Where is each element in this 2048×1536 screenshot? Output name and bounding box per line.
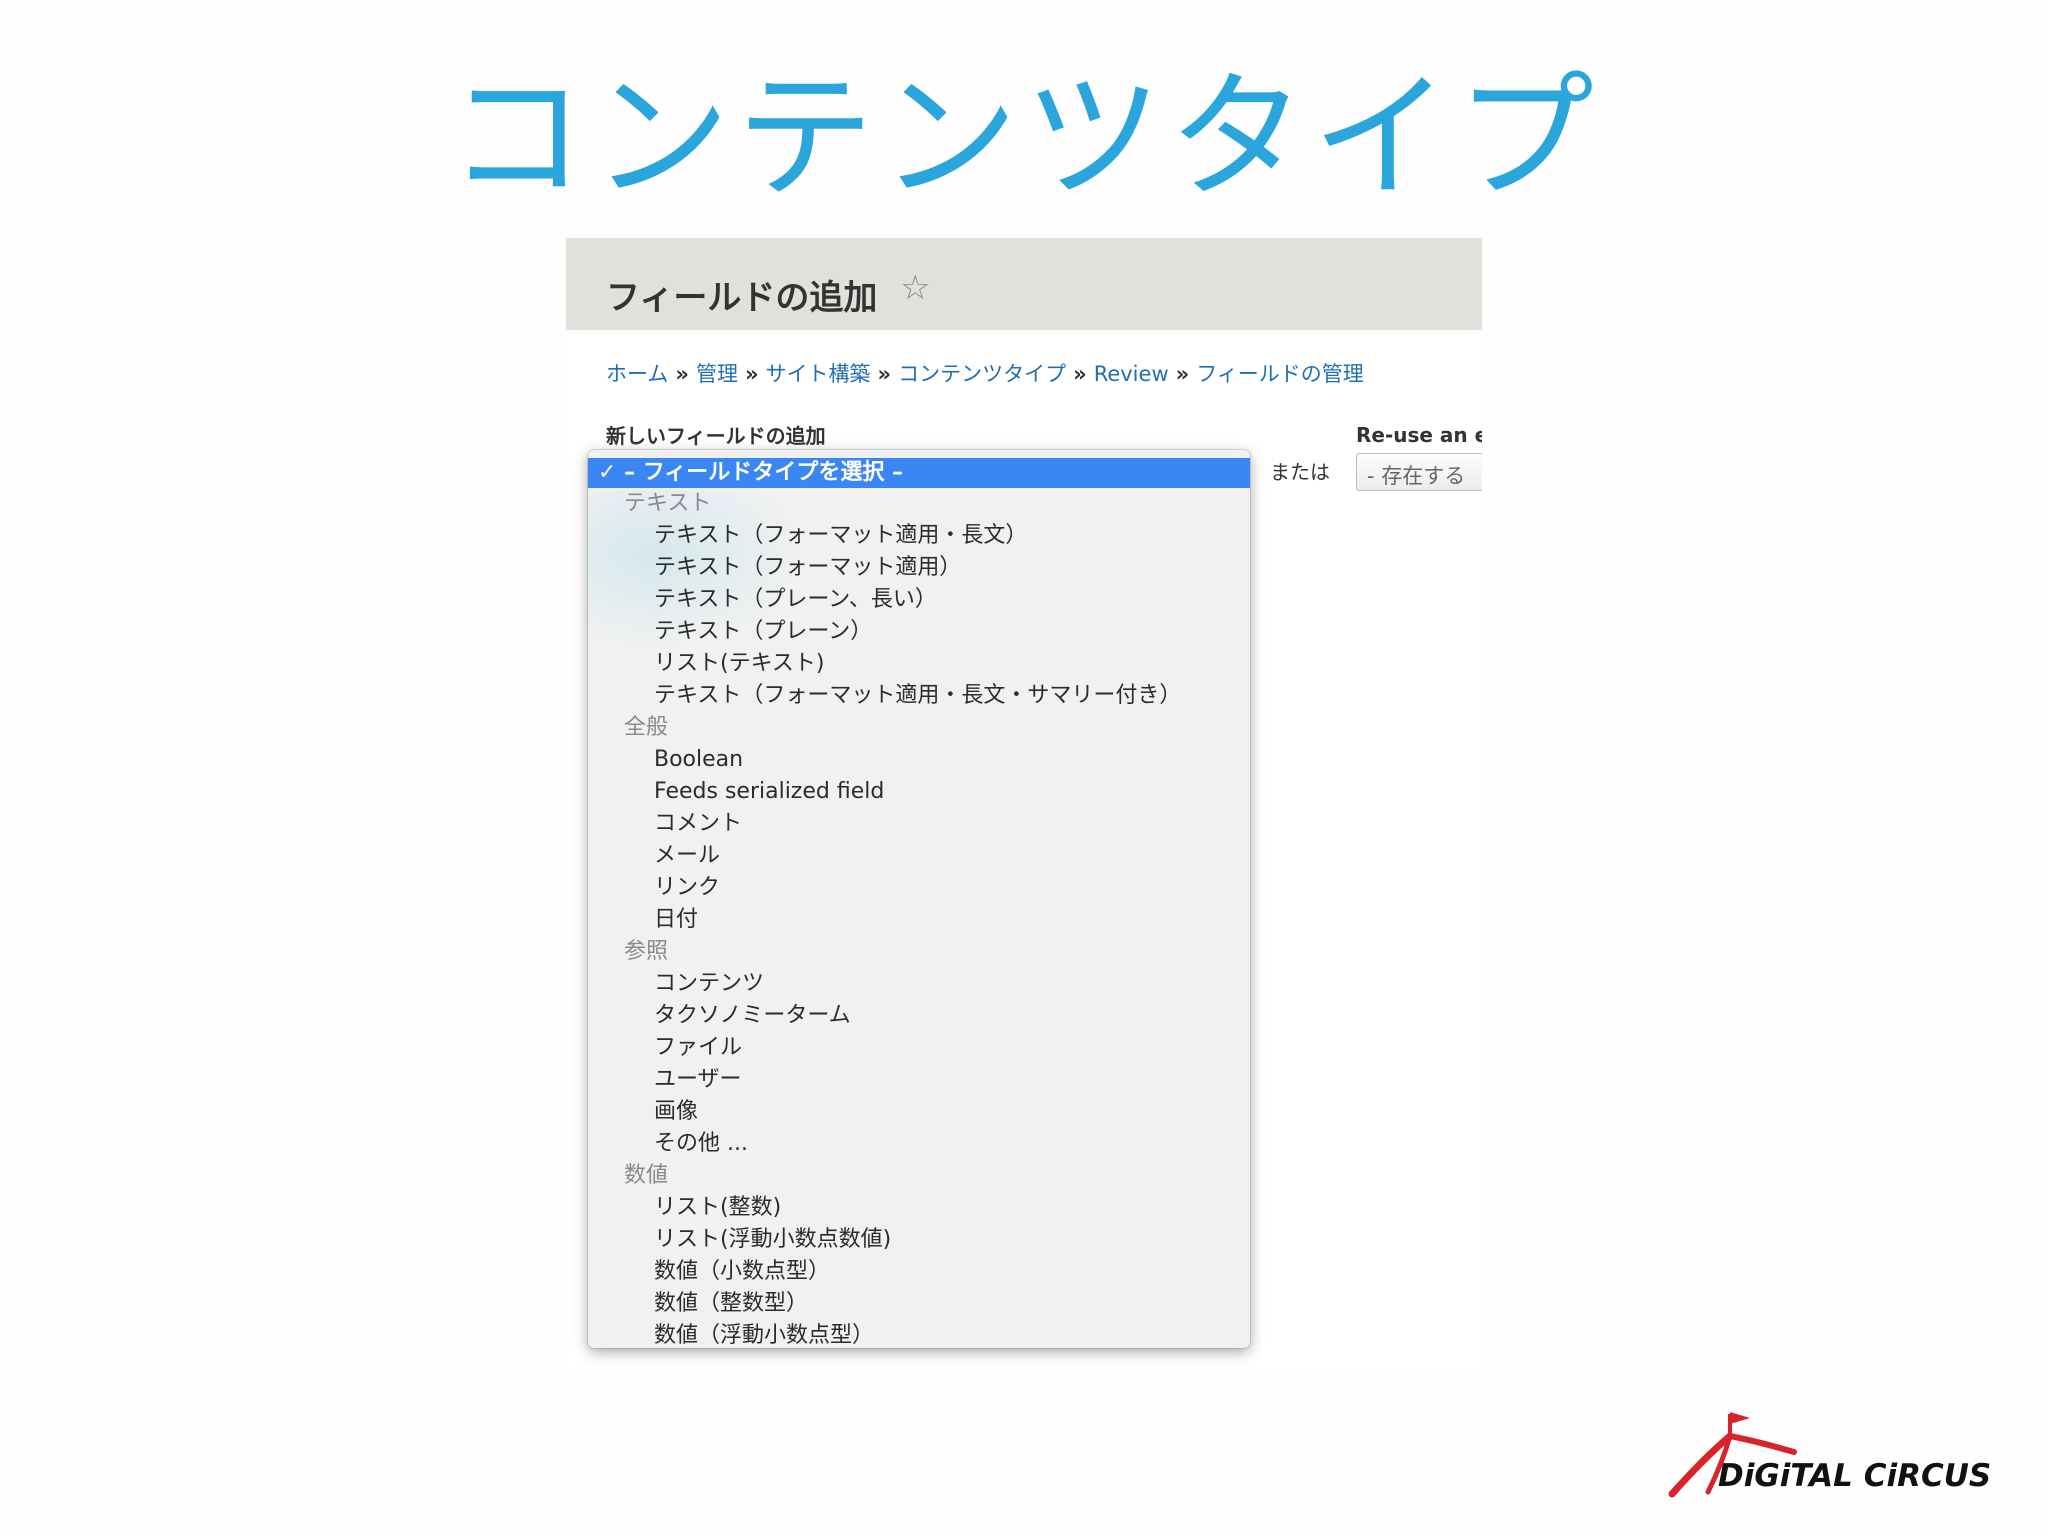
field-type-dropdown[interactable]: ✓ – フィールドタイプを選択 – テキスト テキスト（フォーマット適用・長文）… [588,450,1250,1348]
option-list-integer[interactable]: リスト(整数) [588,1192,1250,1224]
option-comment[interactable]: コメント [588,808,1250,840]
option-number-decimal[interactable]: 数値（小数点型） [588,1256,1250,1288]
option-link[interactable]: リンク [588,872,1250,904]
breadcrumb-link-content-types[interactable]: コンテンツタイプ [898,362,1066,386]
breadcrumb-link-home[interactable]: ホーム [606,362,668,386]
option-file[interactable]: ファイル [588,1032,1250,1064]
option-list-float[interactable]: リスト(浮動小数点数値) [588,1224,1250,1256]
reuse-field-label: Re-use an e [1356,423,1482,447]
breadcrumb-link-manage-fields[interactable]: フィールドの管理 [1196,362,1364,386]
option-content[interactable]: コンテンツ [588,968,1250,1000]
new-field-label: 新しいフィールドの追加 [606,424,826,448]
option-feeds-serialized[interactable]: Feeds serialized field [588,776,1250,808]
breadcrumb-link-review[interactable]: Review [1094,362,1169,386]
option-user[interactable]: ユーザー [588,1064,1250,1096]
option-list-text[interactable]: リスト(テキスト) [588,648,1250,680]
or-label: または [1270,460,1330,484]
option-other[interactable]: その他 ... [588,1128,1250,1160]
page-header: フィールドの追加 ☆ [566,238,1482,330]
star-icon[interactable]: ☆ [900,268,930,308]
slide: コンテンツタイプ フィールドの追加 ☆ ホーム» 管理» サイト構築» コンテンツタイ… [0,0,2048,1536]
optgroup-reference: 参照 [624,939,669,964]
option-text-formatted-long[interactable]: テキスト（フォーマット適用・長文） [588,520,1250,552]
drupal-screenshot: フィールドの追加 ☆ ホーム» 管理» サイト構築» コンテンツタイプ» Review»… [566,238,1482,1368]
page-title: フィールドの追加 [606,278,878,318]
optgroup-text: テキスト [624,491,712,516]
breadcrumb-link-structure[interactable]: サイト構築 [766,362,871,386]
option-image[interactable]: 画像 [588,1096,1250,1128]
breadcrumb-separator: » [744,362,759,386]
option-text-with-summary[interactable]: テキスト（フォーマット適用・長文・サマリー付き） [588,680,1250,712]
optgroup-number: 数値 [624,1163,669,1188]
option-text-plain[interactable]: テキスト（プレーン） [588,616,1250,648]
breadcrumb-separator: » [877,362,892,386]
logo-text: DiGiTAL CiRCUS [1718,1458,1992,1494]
option-email[interactable]: メール [588,840,1250,872]
option-text-formatted[interactable]: テキスト（フォーマット適用） [588,552,1250,584]
option-text-plain-long[interactable]: テキスト（プレーン、長い） [588,584,1250,616]
option-taxonomy-term[interactable]: タクソノミーターム [588,1000,1250,1032]
option-select-field-type[interactable]: ✓ – フィールドタイプを選択 – [588,458,1250,488]
breadcrumb-separator: » [1175,362,1190,386]
breadcrumb: ホーム» 管理» サイト構築» コンテンツタイプ» Review» フィールドの管理 [606,358,1364,388]
digital-circus-logo: DiGiTAL CiRCUS [1664,1408,2004,1498]
optgroup-general: 全般 [624,715,669,740]
option-boolean[interactable]: Boolean [588,744,1250,776]
option-date[interactable]: 日付 [588,904,1250,936]
breadcrumb-separator: » [1073,362,1087,386]
breadcrumb-separator: » [675,362,689,386]
breadcrumb-link-admin[interactable]: 管理 [696,362,738,386]
option-number-integer[interactable]: 数値（整数型） [588,1288,1250,1320]
existing-field-select[interactable]: - 存在する [1356,453,1482,491]
option-number-float[interactable]: 数値（浮動小数点型） [588,1320,1250,1348]
slide-title: コンテンツタイプ [447,57,1600,218]
